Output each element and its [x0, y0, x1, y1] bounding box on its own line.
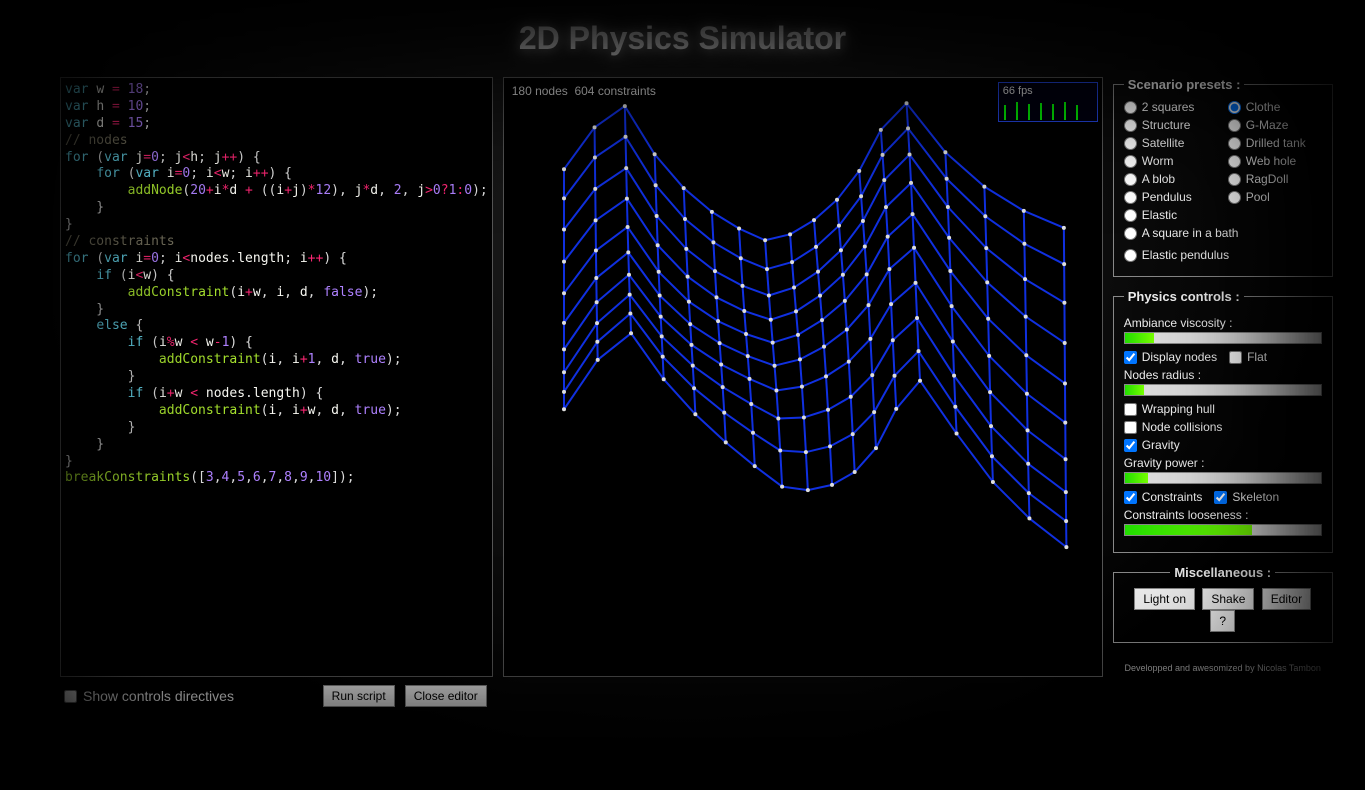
preset-elastic-pendulus[interactable]: Elastic pendulus	[1124, 248, 1322, 262]
code-editor-panel: var w = 18; var h = 10; var d = 15; // n…	[60, 77, 493, 715]
nodes-radius-label: Nodes radius :	[1124, 368, 1322, 382]
preset-a-square-in-a-bath[interactable]: A square in a bath	[1124, 226, 1322, 240]
display-nodes-checkbox[interactable]: Display nodes	[1124, 350, 1217, 364]
constraints-checkbox[interactable]: Constraints	[1124, 490, 1203, 504]
light-on-button[interactable]: Light on	[1134, 588, 1195, 610]
looseness-label: Constraints looseness :	[1124, 508, 1322, 522]
physics-legend: Physics controls :	[1124, 289, 1244, 304]
node-collisions-checkbox[interactable]: Node collisions	[1124, 420, 1223, 434]
code-editor[interactable]: var w = 18; var h = 10; var d = 15; // n…	[60, 77, 493, 677]
page-title: 2D Physics Simulator	[0, 0, 1365, 67]
gravity-checkbox[interactable]: Gravity	[1124, 438, 1180, 452]
run-script-button[interactable]: Run script	[323, 685, 395, 707]
preset-worm[interactable]: Worm	[1124, 154, 1218, 168]
preset-satellite[interactable]: Satellite	[1124, 136, 1218, 150]
preset-clothe[interactable]: Clothe	[1228, 100, 1322, 114]
close-editor-button[interactable]: Close editor	[405, 685, 487, 707]
viscosity-slider[interactable]	[1124, 332, 1322, 344]
preset-elastic[interactable]: Elastic	[1124, 208, 1218, 222]
miscellaneous: Miscellaneous : Light on Shake Editor ?	[1113, 565, 1333, 643]
looseness-slider[interactable]	[1124, 524, 1322, 536]
skeleton-checkbox[interactable]: Skeleton	[1214, 490, 1279, 504]
simulation-canvas[interactable]: 180 nodes 604 constraints 66 fps	[503, 77, 1103, 677]
misc-legend: Miscellaneous :	[1170, 565, 1275, 580]
gravity-power-slider[interactable]	[1124, 472, 1322, 484]
preset-pool[interactable]: Pool	[1228, 190, 1322, 204]
shake-button[interactable]: Shake	[1202, 588, 1254, 610]
editor-button[interactable]: Editor	[1262, 588, 1311, 610]
gravity-power-label: Gravity power :	[1124, 456, 1322, 470]
preset-structure[interactable]: Structure	[1124, 118, 1218, 132]
nodes-radius-slider[interactable]	[1124, 384, 1322, 396]
viscosity-label: Ambiance viscosity :	[1124, 316, 1322, 330]
help-button[interactable]: ?	[1210, 610, 1235, 632]
preset-a-blob[interactable]: A blob	[1124, 172, 1218, 186]
show-directives-checkbox[interactable]: Show controls directives	[64, 688, 234, 704]
preset-ragdoll[interactable]: RagDoll	[1228, 172, 1322, 186]
flat-checkbox[interactable]: Flat	[1229, 350, 1267, 364]
preset-g-maze[interactable]: G-Maze	[1228, 118, 1322, 132]
preset-2-squares[interactable]: 2 squares	[1124, 100, 1218, 114]
preset-drilled-tank[interactable]: Drilled tank	[1228, 136, 1322, 150]
preset-pendulus[interactable]: Pendulus	[1124, 190, 1218, 204]
credit-text: Developped and awesomized by Nicolas Tam…	[1113, 663, 1333, 673]
presets-legend: Scenario presets :	[1124, 77, 1245, 92]
show-directives-label: Show controls directives	[83, 688, 234, 704]
preset-web-hole[interactable]: Web hole	[1228, 154, 1322, 168]
show-directives-input[interactable]	[64, 690, 77, 703]
scenario-presets: Scenario presets : 2 squares Clothe Struct…	[1113, 77, 1333, 277]
physics-controls: Physics controls : Ambiance viscosity : …	[1113, 289, 1333, 553]
wrapping-hull-checkbox[interactable]: Wrapping hull	[1124, 402, 1215, 416]
